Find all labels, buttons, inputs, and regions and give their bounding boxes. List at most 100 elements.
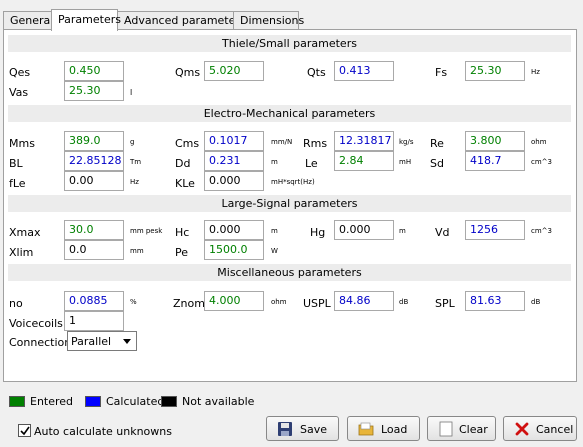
calculated-legend-label: Calculated: [106, 395, 165, 408]
folder-icon: [358, 422, 374, 436]
bl-unit: Tm: [130, 158, 142, 166]
znom-field[interactable]: 4.000: [204, 291, 264, 311]
le-label: Le: [305, 157, 318, 170]
kle-field[interactable]: 0.000: [204, 171, 264, 191]
calculated-swatch: [85, 396, 101, 407]
hg-label: Hg: [310, 226, 326, 239]
electro-mechanical-header: Electro-Mechanical parameters: [8, 105, 571, 122]
cms-label: Cms: [175, 137, 200, 150]
vas-label: Vas: [9, 86, 29, 99]
qes-field[interactable]: 0.450: [64, 61, 124, 81]
tab-parameters[interactable]: Parameters: [51, 9, 121, 31]
spl-unit: dB: [531, 298, 541, 306]
save-icon: [278, 422, 292, 436]
save-button[interactable]: Save: [266, 416, 339, 441]
pe-unit: W: [271, 247, 278, 255]
sd-unit: cm^3: [531, 158, 552, 166]
clear-button-label: Clear: [459, 423, 488, 436]
connection-label: Connection: [9, 336, 72, 349]
voicecoils-label: Voicecoils: [9, 317, 63, 330]
hg-field[interactable]: 0.000: [334, 220, 394, 240]
re-label: Re: [430, 137, 444, 150]
large-signal-header: Large-Signal parameters: [8, 195, 571, 212]
fs-label: Fs: [435, 66, 448, 79]
uspl-label: USPL: [303, 297, 331, 310]
not-available-swatch: [161, 396, 177, 407]
checkmark-icon: [20, 426, 30, 436]
dd-label: Dd: [175, 157, 191, 170]
re-unit: ohm: [531, 138, 547, 146]
voicecoils-field[interactable]: 1: [64, 311, 124, 331]
entered-swatch: [9, 396, 25, 407]
load-button-label: Load: [381, 423, 408, 436]
fs-unit: Hz: [531, 68, 540, 76]
le-field[interactable]: 2.84: [334, 151, 394, 171]
entered-legend-label: Entered: [30, 395, 74, 408]
qts-field[interactable]: 0.413: [334, 61, 394, 81]
fs-field[interactable]: 25.30: [465, 61, 525, 81]
vd-unit: cm^3: [531, 227, 552, 235]
mms-unit: g: [130, 138, 135, 146]
rms-label: Rms: [303, 137, 328, 150]
hc-field[interactable]: 0.000: [204, 220, 264, 240]
znom-label: Znom: [173, 297, 205, 310]
cms-field[interactable]: 0.1017: [204, 131, 264, 151]
xlim-unit: mm: [130, 247, 144, 255]
xmax-unit: mm pesk: [130, 227, 163, 235]
xlim-label: Xlim: [9, 246, 34, 259]
vd-field[interactable]: 1256: [465, 220, 525, 240]
dd-field[interactable]: 0.231: [204, 151, 264, 171]
spl-field[interactable]: 81.63: [465, 291, 525, 311]
qms-field[interactable]: 5.020: [204, 61, 264, 81]
qts-label: Qts: [307, 66, 326, 79]
hc-unit: m: [271, 227, 278, 235]
mms-field[interactable]: 389.0: [64, 131, 124, 151]
sd-field[interactable]: 418.7: [465, 151, 525, 171]
cms-unit: mm/N: [271, 138, 293, 146]
not-available-legend-label: Not available: [182, 395, 255, 408]
pe-label: Pe: [175, 246, 189, 259]
close-icon: [515, 422, 529, 436]
hg-unit: m: [399, 227, 406, 235]
tab-dimensions[interactable]: Dimensions: [233, 11, 304, 30]
fle-field[interactable]: 0.00: [64, 171, 124, 191]
thiele-small-header: Thiele/Small parameters: [8, 35, 571, 52]
qms-label: Qms: [175, 66, 201, 79]
le-unit: mH: [399, 158, 412, 166]
uspl-unit: dB: [399, 298, 409, 306]
pe-field[interactable]: 1500.0: [204, 240, 264, 260]
vas-field[interactable]: 25.30: [64, 81, 124, 101]
auto-calculate-checkbox[interactable]: [18, 424, 31, 437]
rms-field[interactable]: 12.31817: [334, 131, 394, 151]
fle-unit: Hz: [130, 178, 139, 186]
miscellaneous-header: Miscellaneous parameters: [8, 264, 571, 281]
spl-label: SPL: [435, 297, 455, 310]
cancel-button[interactable]: Cancel: [503, 416, 577, 441]
fle-label: fLe: [9, 177, 26, 190]
kle-label: KLe: [175, 177, 195, 190]
sd-label: Sd: [430, 157, 444, 170]
clear-button[interactable]: Clear: [427, 416, 496, 441]
uspl-field[interactable]: 84.86: [334, 291, 394, 311]
cancel-button-label: Cancel: [536, 423, 574, 436]
xlim-field[interactable]: 0.0: [64, 240, 124, 260]
chevron-down-icon: [123, 339, 131, 344]
rms-unit: kg/s: [399, 138, 414, 146]
tab-general[interactable]: General: [3, 11, 53, 30]
kle-unit: mH*sqrt(Hz): [271, 178, 315, 186]
connection-select[interactable]: Parallel: [67, 331, 137, 351]
load-button[interactable]: Load: [347, 416, 420, 441]
re-field[interactable]: 3.800: [465, 131, 525, 151]
blank-page-icon: [439, 421, 453, 437]
connection-selected-value: Parallel: [71, 335, 112, 348]
auto-calculate-label: Auto calculate unknowns: [34, 425, 172, 438]
bl-field[interactable]: 22.85128: [64, 151, 124, 171]
save-button-label: Save: [300, 423, 328, 436]
xmax-field[interactable]: 30.0: [64, 220, 124, 240]
vas-unit: l: [130, 88, 133, 97]
tab-advanced-parameters[interactable]: Advanced parameters: [117, 11, 246, 30]
qes-label: Qes: [9, 66, 31, 79]
no-unit: %: [130, 298, 137, 306]
vd-label: Vd: [435, 226, 450, 239]
no-field[interactable]: 0.0885: [64, 291, 124, 311]
